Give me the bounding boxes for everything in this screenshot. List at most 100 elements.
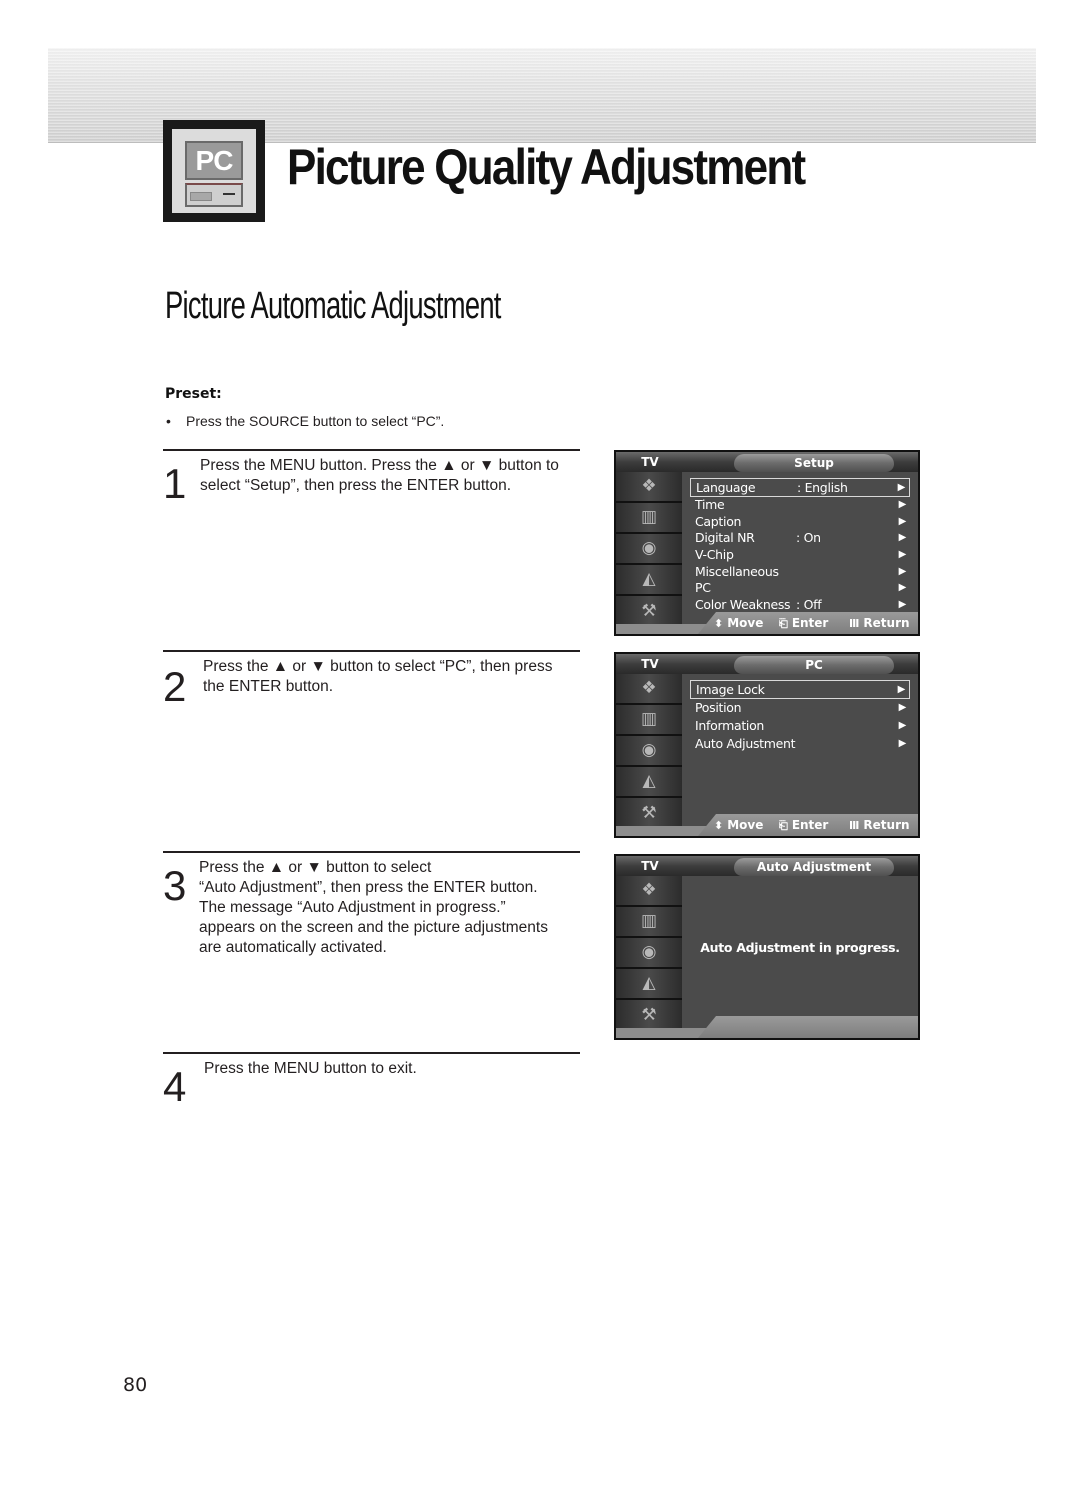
menu-item-v-chip[interactable]: V-Chip ▶ bbox=[690, 546, 910, 563]
arrow-right-icon: ▶ bbox=[898, 549, 907, 560]
preset-label: Preset: bbox=[165, 386, 222, 402]
menu-item-label: Language bbox=[696, 480, 756, 495]
menu-item-label: Time bbox=[695, 497, 725, 512]
menu-item-label: Auto Adjustment bbox=[695, 736, 796, 751]
osd-content: Image Lock ▶ Position ▶ Information ▶ Au… bbox=[682, 674, 918, 836]
enter-icon: ⎗ bbox=[779, 617, 788, 630]
pc-icon-slot bbox=[223, 193, 235, 195]
menu-item-label: PC bbox=[695, 580, 711, 595]
preset-bullet: • Press the SOURCE button to select “PC”. bbox=[166, 413, 444, 429]
menu-item-pc[interactable]: PC ▶ bbox=[690, 579, 910, 596]
arrow-right-icon: ▶ bbox=[898, 499, 907, 510]
channel-icon[interactable]: ◭ bbox=[616, 767, 682, 798]
input-icon[interactable]: ❖ bbox=[616, 472, 682, 503]
auto-adjustment-message: Auto Adjustment in progress. bbox=[700, 940, 900, 955]
arrow-right-icon: ▶ bbox=[898, 582, 907, 593]
menu-item-information[interactable]: Information ▶ bbox=[690, 717, 910, 734]
hint-return: Ⅲ Return bbox=[849, 616, 910, 630]
setup-icon[interactable]: ⚒ bbox=[616, 1000, 682, 1031]
menu-item-label: Caption bbox=[695, 514, 742, 529]
preset-bullet-text: Press the SOURCE button to select “PC”. bbox=[186, 413, 445, 429]
page-title: Picture Quality Adjustment bbox=[287, 139, 806, 195]
menu-item-value: : On bbox=[796, 530, 821, 545]
arrow-right-icon: ▶ bbox=[898, 702, 907, 713]
step-number: 1 bbox=[163, 460, 187, 507]
osd-pc-screen: TV PC ❖ ▥ ◉ ◭ ⚒ Image Lock ▶ Position ▶ … bbox=[614, 652, 920, 838]
arrow-right-icon: ▶ bbox=[898, 516, 907, 527]
step-number: 2 bbox=[163, 663, 187, 710]
sound-icon[interactable]: ◉ bbox=[616, 534, 682, 565]
osd-content: Auto Adjustment in progress. bbox=[682, 876, 918, 1038]
picture-icon[interactable]: ▥ bbox=[616, 907, 682, 938]
bullet-icon: • bbox=[166, 413, 171, 429]
menu-item-miscellaneous[interactable]: Miscellaneous ▶ bbox=[690, 563, 910, 580]
osd-menu-title: Auto Adjustment bbox=[734, 858, 894, 876]
step-number: 4 bbox=[163, 1063, 187, 1110]
enter-icon: ⎗ bbox=[779, 819, 788, 832]
step-number: 3 bbox=[163, 862, 187, 909]
osd-hint-bar bbox=[698, 1016, 918, 1038]
channel-icon[interactable]: ◭ bbox=[616, 565, 682, 596]
input-icon[interactable]: ❖ bbox=[616, 674, 682, 705]
channel-icon[interactable]: ◭ bbox=[616, 969, 682, 1000]
page-number: 80 bbox=[123, 1374, 148, 1396]
menu-item-position[interactable]: Position ▶ bbox=[690, 699, 910, 716]
return-icon: Ⅲ bbox=[849, 819, 860, 832]
step-text: Press the ▲ or ▼ button to select “PC”, … bbox=[203, 658, 553, 695]
step-3: 3 Press the ▲ or ▼ button to select “Aut… bbox=[163, 851, 580, 956]
picture-icon[interactable]: ▥ bbox=[616, 503, 682, 534]
hint-move: ⬍ Move bbox=[714, 818, 764, 832]
osd-top-bar: TV Setup bbox=[616, 452, 918, 472]
menu-item-label: Information bbox=[695, 718, 765, 733]
step-1: 1 Press the MENU button. Press the ▲ or … bbox=[163, 449, 580, 505]
section-title: Picture Automatic Adjustment bbox=[165, 285, 501, 327]
menu-item-color-weakness[interactable]: Color Weakness : Off ▶ bbox=[690, 596, 910, 613]
hint-return: Ⅲ Return bbox=[849, 818, 910, 832]
menu-item-digital-nr[interactable]: Digital NR : On ▶ bbox=[690, 529, 910, 546]
pc-icon-drive bbox=[190, 192, 212, 201]
osd-setup-screen: TV Setup ❖ ▥ ◉ ◭ ⚒ Language : English ▶ … bbox=[614, 450, 920, 636]
osd-sidebar: ❖ ▥ ◉ ◭ ⚒ bbox=[616, 472, 682, 627]
menu-item-label: Position bbox=[695, 700, 742, 715]
osd-sidebar: ❖ ▥ ◉ ◭ ⚒ bbox=[616, 876, 682, 1031]
step-text: Press the ▲ or ▼ button to select “Auto … bbox=[199, 859, 548, 956]
osd-tv-label: TV bbox=[641, 455, 659, 469]
hint-enter: ⎗ Enter bbox=[779, 818, 829, 832]
osd-auto-adjustment-screen: TV Auto Adjustment ❖ ▥ ◉ ◭ ⚒ Auto Adjust… bbox=[614, 854, 920, 1040]
sound-icon[interactable]: ◉ bbox=[616, 736, 682, 767]
hint-move: ⬍ Move bbox=[714, 616, 764, 630]
menu-item-value: : English bbox=[797, 480, 848, 495]
osd-sidebar: ❖ ▥ ◉ ◭ ⚒ bbox=[616, 674, 682, 829]
input-icon[interactable]: ❖ bbox=[616, 876, 682, 907]
osd-tv-label: TV bbox=[641, 859, 659, 873]
return-icon: Ⅲ bbox=[849, 617, 860, 630]
menu-item-image-lock[interactable]: Image Lock ▶ bbox=[690, 680, 910, 699]
move-icon: ⬍ bbox=[714, 617, 724, 630]
osd-menu-title: Setup bbox=[734, 454, 894, 472]
step-4: 4 Press the MENU button to exit. bbox=[163, 1052, 580, 1108]
hint-enter: ⎗ Enter bbox=[779, 616, 829, 630]
osd-content: Language : English ▶ Time ▶ Caption ▶ Di… bbox=[682, 472, 918, 634]
osd-menu-title: PC bbox=[734, 656, 894, 674]
picture-icon[interactable]: ▥ bbox=[616, 705, 682, 736]
arrow-right-icon: ▶ bbox=[898, 599, 907, 610]
sound-icon[interactable]: ◉ bbox=[616, 938, 682, 969]
pc-icon-screen: PC bbox=[185, 141, 243, 180]
menu-item-label: Image Lock bbox=[696, 682, 765, 697]
menu-item-label: Color Weakness bbox=[695, 597, 791, 612]
menu-item-auto-adjustment[interactable]: Auto Adjustment ▶ bbox=[690, 735, 910, 752]
step-text: Press the MENU button to exit. bbox=[204, 1060, 417, 1077]
menu-item-label: V-Chip bbox=[695, 547, 734, 562]
arrow-right-icon: ▶ bbox=[898, 566, 907, 577]
arrow-right-icon: ▶ bbox=[898, 738, 907, 749]
menu-item-value: : Off bbox=[796, 597, 822, 612]
menu-item-language[interactable]: Language : English ▶ bbox=[690, 478, 910, 497]
pc-chapter-icon: PC bbox=[163, 120, 265, 222]
menu-item-caption[interactable]: Caption ▶ bbox=[690, 513, 910, 530]
setup-icon[interactable]: ⚒ bbox=[616, 596, 682, 627]
setup-icon[interactable]: ⚒ bbox=[616, 798, 682, 829]
arrow-right-icon: ▶ bbox=[897, 482, 906, 493]
menu-item-label: Digital NR bbox=[695, 530, 755, 545]
osd-top-bar: TV PC bbox=[616, 654, 918, 674]
menu-item-time[interactable]: Time ▶ bbox=[690, 496, 910, 513]
